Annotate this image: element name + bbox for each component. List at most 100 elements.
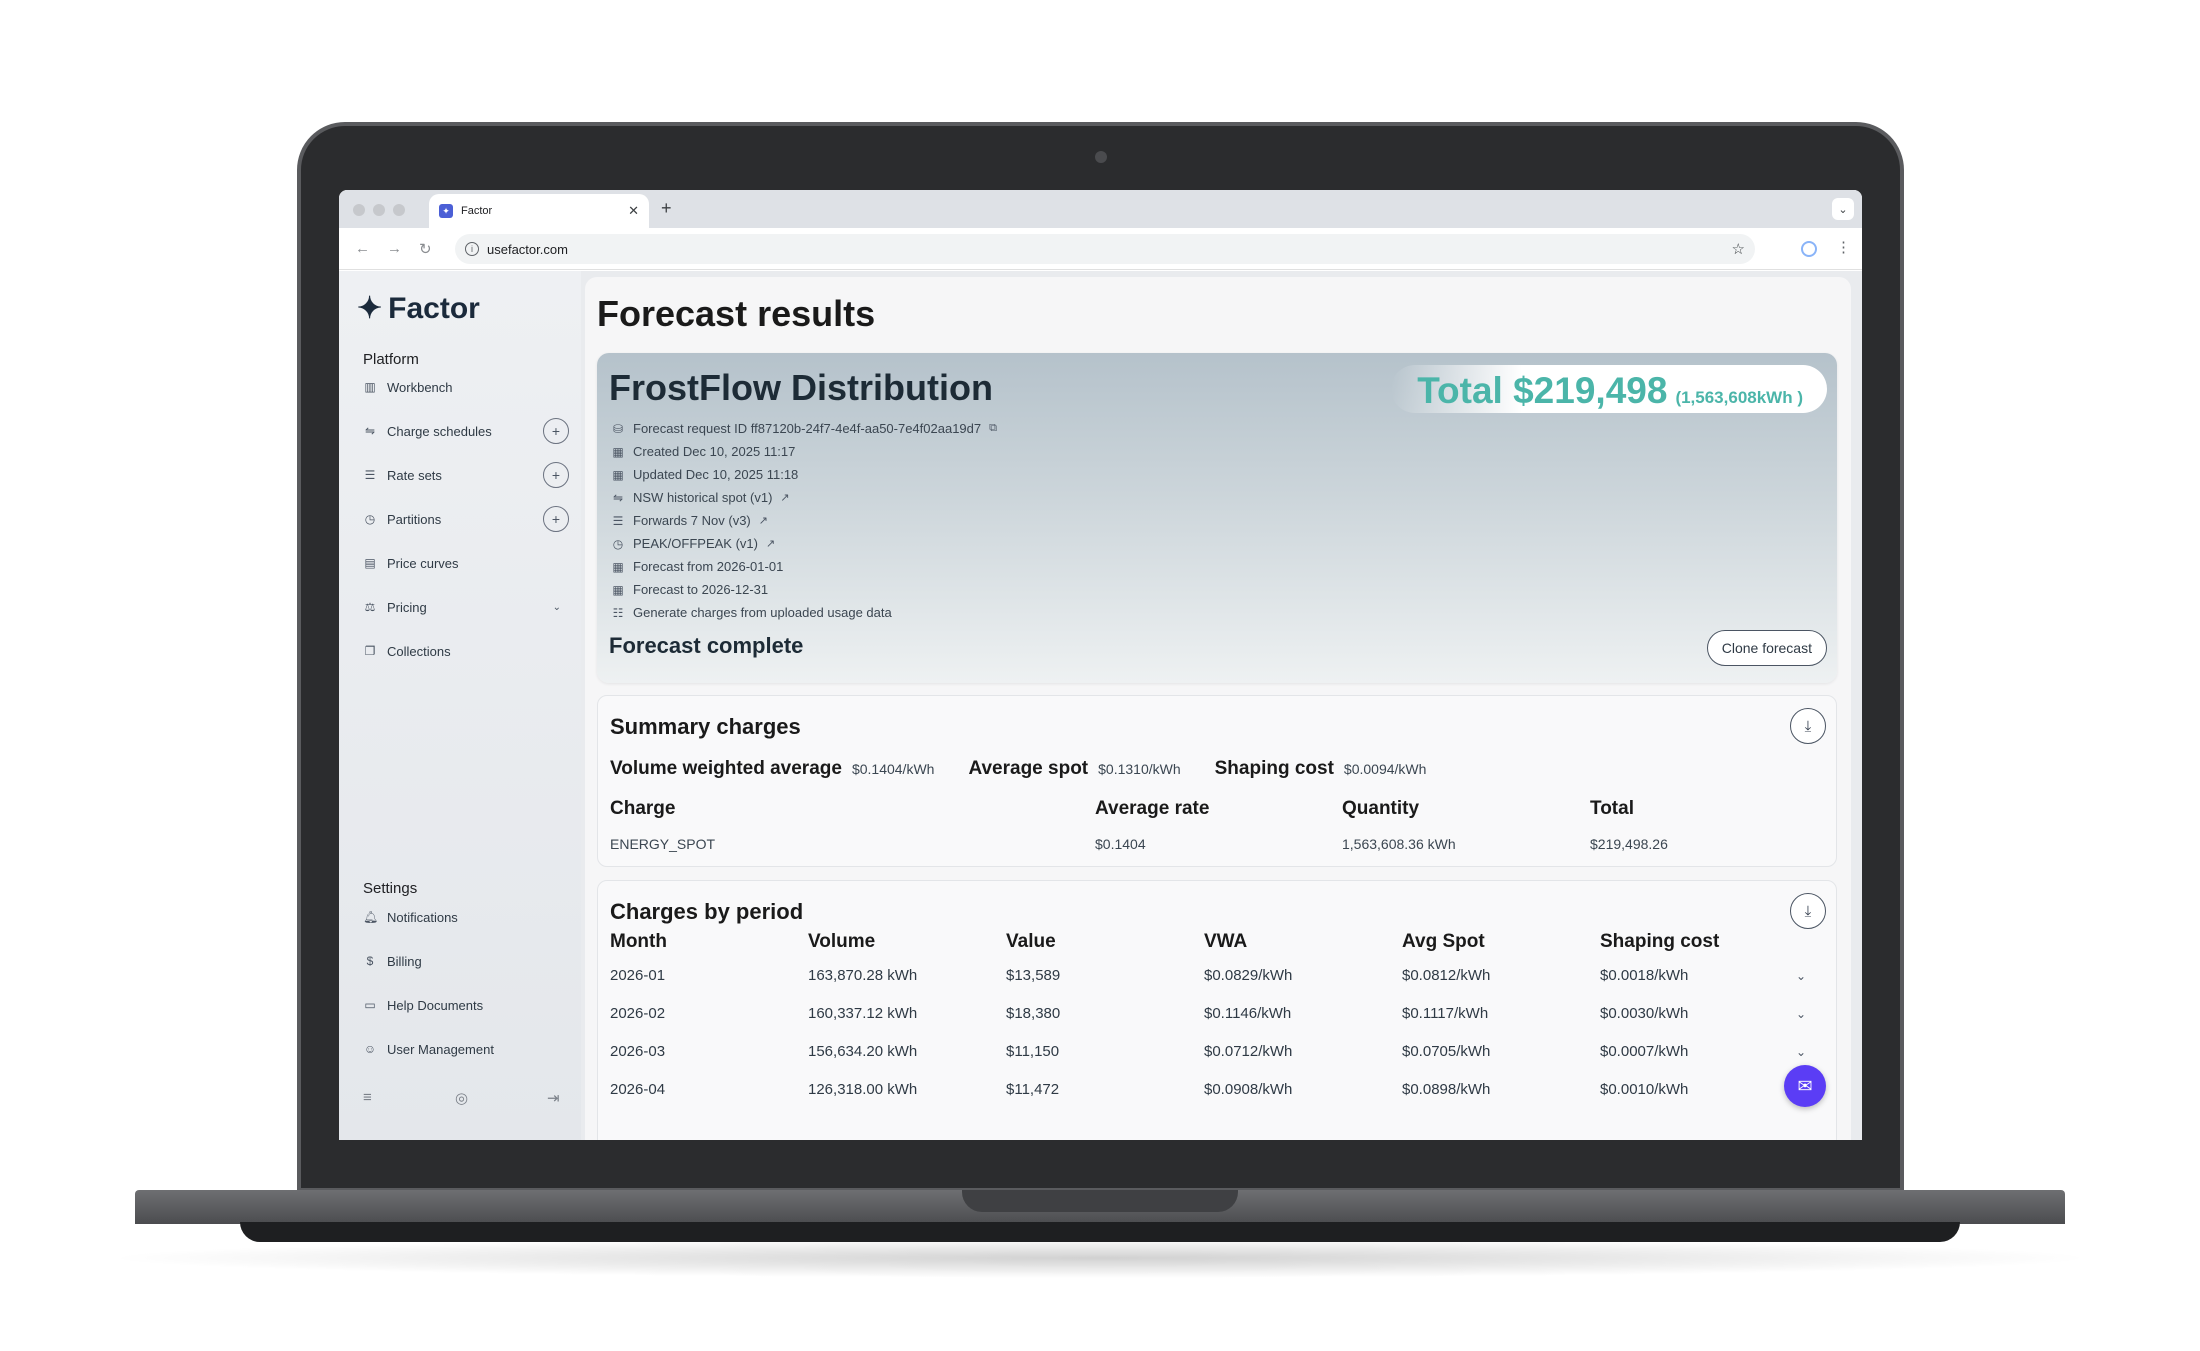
summary-charges-card: Summary charges ⤓ Volume weighted averag… <box>597 695 1837 867</box>
forecast-summary-card: FrostFlow Distribution Total $219,498 (1… <box>597 353 1837 683</box>
meta-text: Updated Dec 10, 2025 11:18 <box>633 467 799 482</box>
browser-tab[interactable]: ✦ Factor ✕ <box>429 194 649 228</box>
table-cell: $0.0712/kWh <box>1204 1043 1293 1060</box>
table-cell: $0.1117/kWh <box>1402 1005 1489 1022</box>
app-container: ✦ Factor Platform ▥ Workbench ⇋ Charge s… <box>339 271 1862 1140</box>
tab-search-button[interactable]: ⌄ <box>1832 198 1854 220</box>
add-rate-set-button[interactable]: + <box>543 462 569 488</box>
chevron-down-icon[interactable]: ⌄ <box>1796 969 1806 983</box>
star-icon[interactable]: ☆ <box>1732 240 1745 258</box>
meta-text[interactable]: PEAK/OFFPEAK (v1) <box>633 536 758 551</box>
meta-text[interactable]: NSW historical spot (v1) <box>633 490 772 505</box>
list-icon: ☰ <box>612 513 624 528</box>
sidebar: ✦ Factor Platform ▥ Workbench ⇋ Charge s… <box>339 271 581 1140</box>
table-cell: $13,589 <box>1006 967 1061 984</box>
factor-favicon-icon: ✦ <box>439 204 453 218</box>
fingerprint-icon[interactable]: ◎ <box>455 1089 468 1107</box>
logout-icon[interactable]: ⇥ <box>547 1089 560 1107</box>
schedule-icon: ⇋ <box>364 424 376 438</box>
factor-logo[interactable]: ✦ Factor <box>357 291 480 326</box>
main-content: Forecast results FrostFlow Distribution … <box>585 277 1851 1140</box>
collapse-sidebar-icon[interactable]: ≡ <box>363 1089 372 1106</box>
column-header: Total <box>1590 798 1634 819</box>
external-link-icon[interactable]: ↗ <box>780 491 789 504</box>
clone-forecast-button[interactable]: Clone forecast <box>1706 630 1827 666</box>
window-close-dot[interactable] <box>353 204 365 216</box>
meta-charge-schedule[interactable]: ⇋ NSW historical spot (v1) ↗ <box>611 486 997 509</box>
stat-value: $0.1310/kWh <box>1098 761 1181 777</box>
url-text[interactable]: usefactor.com <box>487 242 568 257</box>
chat-support-button[interactable]: ✉ <box>1784 1065 1826 1107</box>
sidebar-item-charge-schedules[interactable]: ⇋ Charge schedules + <box>363 417 569 445</box>
column-header: Average rate <box>1095 798 1210 819</box>
page-title: Forecast results <box>597 293 876 334</box>
meta-rate-set[interactable]: ☰ Forwards 7 Nov (v3) ↗ <box>611 509 997 532</box>
sidebar-item-billing[interactable]: $ Billing <box>363 947 569 975</box>
navigation-bar: ← → ↻ i usefactor.com ☆ ⋮ <box>339 228 1862 270</box>
forward-icon[interactable]: → <box>387 240 402 257</box>
download-periods-icon[interactable]: ⤓ <box>1790 893 1826 929</box>
total-kwh: (1,563,608kWh ) <box>1675 388 1803 407</box>
add-partition-button[interactable]: + <box>543 506 569 532</box>
sidebar-item-user-management[interactable]: ☺ User Management <box>363 1035 569 1063</box>
table-cell: 2026-04 <box>610 1081 666 1098</box>
chevron-down-icon[interactable]: ⌄ <box>553 602 561 613</box>
charges-by-period-title: Charges by period <box>610 899 804 924</box>
meta-text[interactable]: Forwards 7 Nov (v3) <box>633 513 751 528</box>
table-cell: 1,563,608.36 kWh <box>1342 836 1456 852</box>
column-header: Charge <box>610 798 676 819</box>
chat-icon: ✉ <box>1797 1075 1813 1096</box>
reload-icon[interactable]: ↻ <box>419 240 432 258</box>
chevron-down-icon[interactable]: ⌄ <box>1796 1045 1806 1059</box>
table-cell: $18,380 <box>1006 1005 1061 1022</box>
window-minimize-dot[interactable] <box>373 204 385 216</box>
external-link-icon[interactable]: ↗ <box>759 514 768 527</box>
column-header: Month <box>610 931 667 952</box>
tab-bar: ✦ Factor ✕ + ⌄ <box>339 190 1862 228</box>
stat-average-spot: Average spot $0.1310/kWh <box>968 758 1180 780</box>
column-header: Quantity <box>1342 798 1420 819</box>
meta-forecast-to: ▦ Forecast to 2026-12-31 <box>611 578 997 601</box>
download-summary-icon[interactable]: ⤓ <box>1790 708 1826 744</box>
forecast-meta-list: ⛁ Forecast request ID ff87120b-24f7-4e4f… <box>611 417 997 624</box>
address-bar[interactable]: i usefactor.com ☆ <box>455 234 1755 264</box>
meta-updated: ▦ Updated Dec 10, 2025 11:18 <box>611 463 997 486</box>
laptop-base-bottom <box>240 1222 1960 1242</box>
sidebar-item-price-curves[interactable]: ▤ Price curves <box>363 549 569 577</box>
sidebar-item-label: Help Documents <box>387 997 484 1013</box>
forecast-status: Forecast complete <box>609 633 804 658</box>
sidebar-item-notifications[interactable]: 🔔︎ Notifications <box>363 903 569 931</box>
sidebar-item-label: Rate sets <box>387 467 442 483</box>
sidebar-item-rate-sets[interactable]: ☰ Rate sets + <box>363 461 569 489</box>
meta-created: ▦ Created Dec 10, 2025 11:17 <box>611 440 997 463</box>
sidebar-item-pricing[interactable]: ⚖ Pricing ⌄ <box>363 593 569 621</box>
total-value: Total $219,498 <box>1417 370 1668 411</box>
external-link-icon[interactable]: ↗ <box>766 537 775 550</box>
table-cell: $0.0010/kWh <box>1600 1081 1689 1098</box>
new-tab-button[interactable]: + <box>661 198 672 219</box>
meta-request-id: ⛁ Forecast request ID ff87120b-24f7-4e4f… <box>611 417 997 440</box>
sidebar-item-help-documents[interactable]: ▭ Help Documents <box>363 991 569 1019</box>
meta-text: Generate charges from uploaded usage dat… <box>633 605 892 620</box>
summary-stats: Volume weighted average $0.1404/kWh Aver… <box>610 758 1460 780</box>
kebab-icon[interactable]: ⋮ <box>1836 238 1851 256</box>
user-icon: ☺ <box>363 1042 377 1056</box>
sidebar-item-collections[interactable]: ❐ Collections <box>363 637 569 665</box>
tab-close-icon[interactable]: ✕ <box>628 203 639 219</box>
sidebar-item-partitions[interactable]: ◷ Partitions + <box>363 505 569 533</box>
window-maximize-dot[interactable] <box>393 204 405 216</box>
site-info-icon[interactable]: i <box>465 242 479 256</box>
add-charge-schedule-button[interactable]: + <box>543 418 569 444</box>
stat-value: $0.1404/kWh <box>851 761 935 777</box>
stat-value: $0.0094/kWh <box>1343 761 1427 777</box>
charges-by-period-card: Charges by period ⤓ Month Volume Value V… <box>597 880 1837 1140</box>
profile-icon[interactable] <box>1801 241 1817 257</box>
curve-icon: ▤ <box>364 556 376 570</box>
meta-partition[interactable]: ◷ PEAK/OFFPEAK (v1) ↗ <box>611 532 997 555</box>
clock-icon: ◷ <box>364 512 376 526</box>
copy-icon[interactable]: ⧉ <box>989 422 997 435</box>
tab-title: Factor <box>461 205 493 217</box>
back-icon[interactable]: ← <box>355 240 370 257</box>
chevron-down-icon[interactable]: ⌄ <box>1796 1007 1806 1021</box>
sidebar-item-workbench[interactable]: ▥ Workbench <box>363 373 569 401</box>
